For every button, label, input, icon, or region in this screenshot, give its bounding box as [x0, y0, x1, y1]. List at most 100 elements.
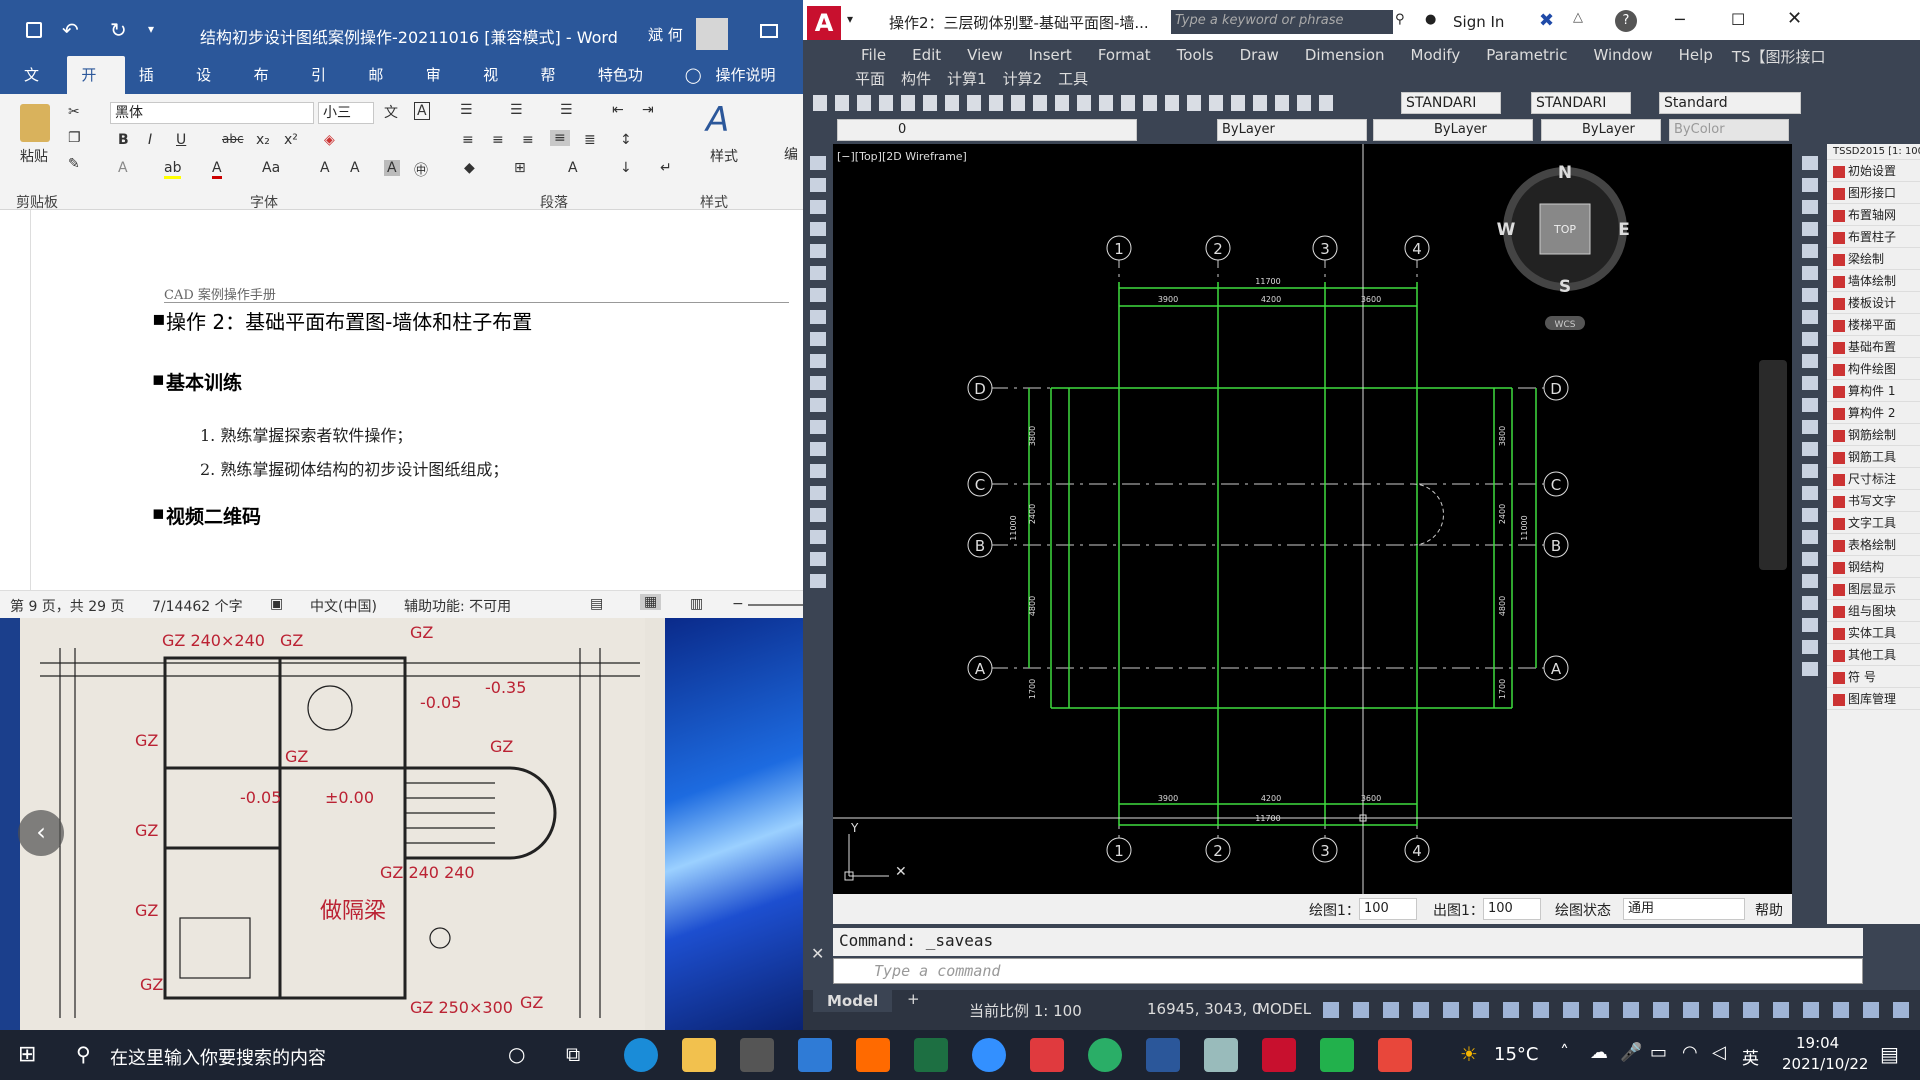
plotstyle-select[interactable]: ByColor — [1669, 119, 1789, 141]
mi-icon[interactable] — [856, 1038, 890, 1072]
tray-chevron-icon[interactable]: ˄ — [1560, 1042, 1569, 1063]
user-icon[interactable]: ● — [1425, 12, 1436, 27]
text-style-select[interactable]: STANDARI — [1401, 92, 1501, 114]
command-input[interactable]: Type a command — [833, 958, 1863, 984]
tssd-item[interactable]: 文字工具 — [1827, 512, 1920, 534]
cortana-icon[interactable]: ○ — [508, 1042, 525, 1066]
multilevel-list-icon[interactable]: ☰ — [560, 102, 573, 118]
tab-references[interactable]: 引用 — [297, 56, 354, 122]
tssd-item[interactable]: 布置轴网 — [1827, 204, 1920, 226]
model-space-button[interactable]: MODEL — [1257, 1000, 1311, 1018]
table-style-select[interactable]: Standard — [1659, 92, 1801, 114]
menu-modify[interactable]: Modify — [1398, 46, 1474, 67]
tssd-item[interactable]: 楼梯平面 — [1827, 314, 1920, 336]
menu-calc1[interactable]: 计算1 — [939, 68, 995, 89]
wechat-icon[interactable] — [1088, 1038, 1122, 1072]
tssd-item[interactable]: 图库管理 — [1827, 688, 1920, 710]
tssd-item[interactable]: 布置柱子 — [1827, 226, 1920, 248]
menu-plan[interactable]: 平面 — [803, 68, 893, 89]
cut-icon[interactable]: ✂ — [68, 104, 80, 120]
tssd-item[interactable]: 墙体绘制 — [1827, 270, 1920, 292]
tssd-item[interactable]: 楼板设计 — [1827, 292, 1920, 314]
battery-icon[interactable]: ▭ — [1650, 1042, 1667, 1063]
subscript-button[interactable]: x₂ — [256, 132, 270, 148]
shrink-font-icon[interactable]: A — [350, 160, 360, 176]
tab-insert[interactable]: 插入 — [125, 56, 182, 122]
tssd-item[interactable]: 符 号 — [1827, 666, 1920, 688]
tab-view[interactable]: 视图 — [469, 56, 526, 122]
grow-font-icon[interactable]: A — [320, 160, 330, 176]
lineweight-select[interactable]: ByLayer — [1541, 119, 1661, 141]
tab-design[interactable]: 设计 — [182, 56, 239, 122]
layer-select[interactable]: 0 — [837, 119, 1137, 141]
print-layout-icon[interactable]: ▦ — [640, 594, 662, 610]
viewport-controls[interactable]: [−][Top][2D Wireframe] — [837, 150, 967, 163]
menu-calc2[interactable]: 计算2 — [995, 68, 1051, 89]
styles-button[interactable]: 样式 — [710, 146, 738, 166]
taskbar-search-input[interactable]: 在这里输入你要搜索的内容 — [110, 1044, 326, 1070]
ribbon-display-icon[interactable] — [760, 24, 778, 38]
add-layout-icon[interactable]: + — [907, 990, 920, 1008]
editing-button[interactable]: 编 — [784, 144, 798, 164]
maximize-icon[interactable]: ☐ — [1731, 10, 1745, 29]
task-view-icon[interactable]: ⧉ — [566, 1042, 580, 1066]
navigation-bar[interactable] — [1759, 360, 1787, 570]
modify-toolbar[interactable] — [1792, 144, 1827, 990]
tab-home[interactable]: 开始 — [67, 56, 125, 122]
weather-icon[interactable]: ☀ — [1460, 1042, 1478, 1066]
zoom-out-icon[interactable]: − — [732, 596, 744, 612]
user-name[interactable]: 斌 何 — [648, 24, 683, 45]
close-icon[interactable]: ✕ — [1787, 8, 1802, 29]
cloud-icon[interactable]: ☁ — [1590, 1042, 1608, 1063]
word-document[interactable]: CAD 案例操作手册 ▪ 操作 2：基础平面布置图-墙体和柱子布置 ▪ 基本训练… — [0, 210, 803, 590]
paste-icon[interactable] — [20, 104, 50, 142]
draw-toolbar[interactable] — [803, 144, 833, 990]
highlight-icon[interactable]: ab — [164, 160, 182, 179]
tssd-item[interactable]: 钢筋绘制 — [1827, 424, 1920, 446]
font-name-select[interactable]: 黑体 — [110, 102, 314, 124]
menu-format[interactable]: Format — [1085, 46, 1164, 67]
ime-indicator[interactable]: 英 — [1742, 1044, 1759, 1069]
clock-time[interactable]: 19:04 — [1796, 1034, 1839, 1052]
drawing-area[interactable]: [−][Top][2D Wireframe] 1 2 3 4 1 2 3 4 D… — [833, 144, 1792, 894]
tssd-item[interactable]: 构件绘图 — [1827, 358, 1920, 380]
app-menu-arrow[interactable]: ▾ — [847, 12, 853, 26]
line-spacing-icon[interactable]: ↕ — [620, 132, 632, 148]
wifi-icon[interactable]: ◠ — [1682, 1042, 1698, 1063]
notification-icon[interactable]: ▤ — [1880, 1042, 1899, 1066]
clear-format-icon[interactable]: ◈ — [324, 132, 335, 148]
pdf-icon[interactable] — [1030, 1038, 1064, 1072]
tssd-item[interactable]: 基础布置 — [1827, 336, 1920, 358]
tssd-item[interactable]: 梁绘制 — [1827, 248, 1920, 270]
tab-mailings[interactable]: 邮件 — [354, 56, 411, 122]
tssd-item[interactable]: 尺寸标注 — [1827, 468, 1920, 490]
char-shading-icon[interactable]: A — [384, 160, 400, 176]
copy-icon[interactable]: ❐ — [68, 130, 81, 146]
viewcube-top-label[interactable]: TOP — [1553, 223, 1576, 236]
menu-component[interactable]: 构件 — [893, 68, 939, 89]
menu-tools[interactable]: Tools — [1164, 46, 1227, 67]
compass-north[interactable]: N — [1558, 163, 1572, 183]
a360-icon[interactable]: △ — [1573, 10, 1583, 25]
shading-icon[interactable]: ◆ — [464, 160, 475, 176]
undo-icon[interactable]: ↶ — [62, 18, 79, 42]
windows-start-icon[interactable]: ⊞ — [18, 1042, 36, 1067]
tssd-item[interactable]: 图形接口 — [1827, 182, 1920, 204]
tssd-item[interactable]: 组与图块 — [1827, 600, 1920, 622]
change-case-icon[interactable]: Aa — [262, 160, 280, 176]
text-effect-icon[interactable]: A — [118, 160, 128, 176]
tssd-item[interactable]: 图层显示 — [1827, 578, 1920, 600]
mail-icon[interactable] — [798, 1038, 832, 1072]
menu-window[interactable]: Window — [1580, 46, 1665, 67]
tssd-item[interactable]: 钢结构 — [1827, 556, 1920, 578]
tab-layout[interactable]: 布局 — [240, 56, 297, 122]
tssd-item[interactable]: 书写文字 — [1827, 490, 1920, 512]
customize-qat-icon[interactable]: ▾ — [148, 22, 154, 36]
color-select[interactable]: ByLayer — [1217, 119, 1367, 141]
dim-style-select[interactable]: STANDARI — [1531, 92, 1631, 114]
tab-features[interactable]: 特色功能 — [584, 56, 671, 122]
tssd-item[interactable]: 算构件 2 — [1827, 402, 1920, 424]
word-count[interactable]: 7/14462 个字 — [152, 596, 243, 616]
menu-help[interactable]: Help — [1666, 46, 1726, 67]
out-scale-select[interactable]: 100 — [1483, 898, 1541, 920]
